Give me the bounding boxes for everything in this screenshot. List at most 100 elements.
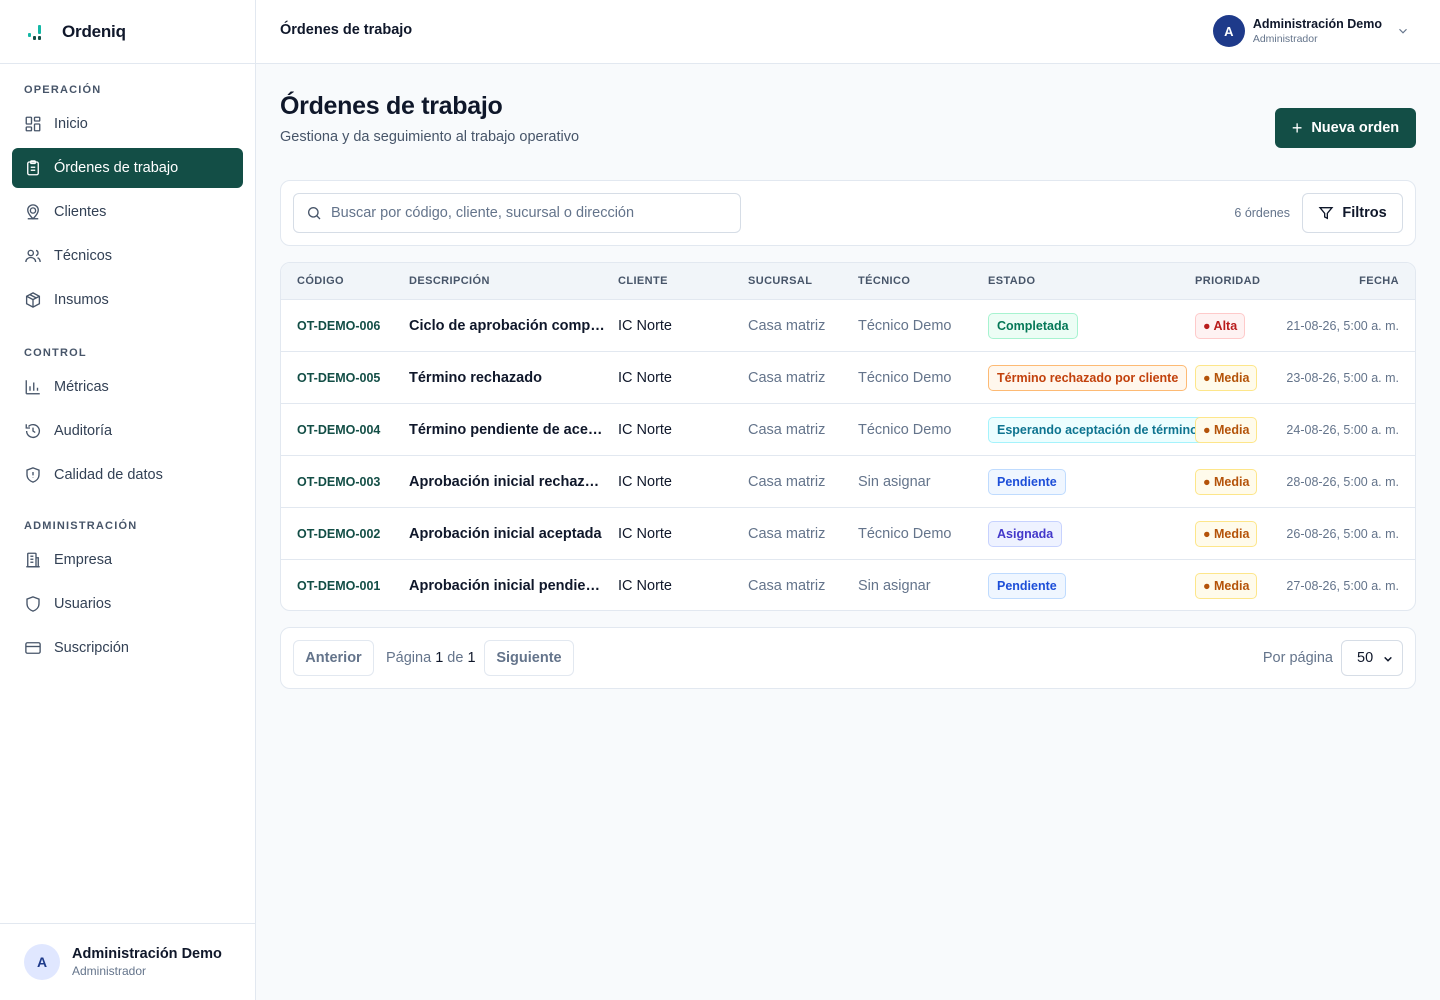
priority-badge: ● Media [1195, 365, 1258, 391]
topbar: Órdenes de trabajo A Administración Demo… [256, 0, 1440, 64]
status-badge: Asignada [988, 521, 1063, 547]
table-row[interactable]: OT-DEMO-001 Aprobación inicial pendiente I… [281, 560, 1415, 610]
order-code-link[interactable]: OT-DEMO-003 [297, 456, 380, 508]
table-row[interactable]: OT-DEMO-003 Aprobación inicial rechazada I… [281, 456, 1415, 508]
new-order-button[interactable]: + Nueva orden [1275, 108, 1416, 148]
table-header: CÓDIGO DESCRIPCIÓN CLIENTE SUCURSAL TÉCN… [281, 263, 1415, 300]
sidebar-item-calidad-datos[interactable]: Calidad de datos [12, 455, 243, 495]
sidebar-item-label: Métricas [54, 379, 109, 395]
order-technician: Técnico Demo [858, 526, 952, 542]
search-icon [308, 207, 321, 220]
sidebar-item-auditoria[interactable]: Auditoría [12, 411, 243, 451]
order-client: IC Norte [618, 474, 672, 490]
order-status: Esperando aceptación de término [988, 404, 1207, 456]
order-description-text: Aprobación inicial rechazada [409, 474, 605, 490]
sidebar-item-label: Órdenes de trabajo [54, 160, 179, 176]
column-header-fecha[interactable]: FECHA [1359, 275, 1399, 287]
order-technician: Técnico Demo [858, 422, 952, 438]
order-priority: ● Media [1195, 352, 1258, 404]
column-header-prioridad[interactable]: PRIORIDAD [1195, 275, 1260, 287]
next-page-button[interactable]: Siguiente [484, 640, 574, 676]
sidebar-nav: OPERACIÓN Inicio Órdenes de trabajo Clie… [0, 64, 255, 668]
order-technician: Técnico Demo [858, 370, 952, 386]
avatar: A [24, 944, 60, 980]
sidebar-item-suscripcion[interactable]: Suscripción [12, 628, 243, 668]
nav-section-title: CONTROL [24, 347, 87, 359]
sidebar-item-label: Empresa [54, 552, 113, 568]
page-subtitle: Gestiona y da seguimiento al trabajo ope… [280, 129, 580, 145]
column-header-cliente[interactable]: CLIENTE [618, 275, 668, 287]
chevron-down-icon [1384, 656, 1392, 662]
column-header-codigo[interactable]: CÓDIGO [297, 275, 344, 287]
order-client: IC Norte [618, 578, 672, 594]
search-input[interactable] [331, 205, 731, 221]
order-status: Asignada [988, 508, 1063, 560]
order-priority: ● Media [1195, 508, 1258, 560]
order-description-text: Término rechazado [409, 370, 542, 386]
shield-icon [24, 595, 42, 613]
plus-icon: + [1291, 118, 1303, 138]
table-row[interactable]: OT-DEMO-004 Término pendiente de acep… IC … [281, 404, 1415, 456]
previous-page-button[interactable]: Anterior [293, 640, 374, 676]
building-icon [24, 551, 42, 569]
page-title: Órdenes de trabajo [280, 92, 503, 120]
user-menu[interactable]: A Administración Demo Administrador [1212, 15, 1410, 47]
search-field[interactable] [293, 193, 741, 233]
column-header-estado[interactable]: ESTADO [988, 275, 1035, 287]
sidebar-item-ordenes[interactable]: Órdenes de trabajo [12, 148, 243, 188]
order-date: 28-08-26, 5:00 a. m. [1286, 475, 1399, 489]
order-code-link[interactable]: OT-DEMO-002 [297, 508, 380, 560]
table-body: OT-DEMO-006 Ciclo de aprobación compl… IC … [281, 300, 1415, 610]
order-code-link[interactable]: OT-DEMO-006 [297, 300, 380, 352]
sidebar-item-clientes[interactable]: Clientes [12, 192, 243, 232]
nav-section-title: ADMINISTRACIÓN [24, 520, 138, 532]
users-icon [24, 247, 42, 265]
order-branch: Casa matriz [748, 526, 826, 542]
order-count: 6 órdenes [1234, 206, 1290, 220]
column-header-sucursal[interactable]: SUCURSAL [748, 275, 812, 287]
sidebar-item-usuarios[interactable]: Usuarios [12, 584, 243, 624]
column-header-tecnico[interactable]: TÉCNICO [858, 275, 910, 287]
sidebar-user[interactable]: A Administración Demo Administrador [0, 923, 255, 1000]
order-branch: Casa matriz [748, 422, 826, 438]
nav-section-title: OPERACIÓN [24, 84, 102, 96]
order-status: Completada [988, 300, 1078, 352]
order-client: IC Norte [618, 422, 672, 438]
order-branch: Casa matriz [748, 370, 826, 386]
order-date: 21-08-26, 5:00 a. m. [1286, 319, 1399, 333]
sidebar-item-insumos[interactable]: Insumos [12, 280, 243, 320]
order-status: Término rechazado por cliente [988, 352, 1188, 404]
order-description-text: Ciclo de aprobación compl… [409, 318, 605, 334]
of-word: de [447, 650, 464, 666]
order-code-link[interactable]: OT-DEMO-005 [297, 352, 380, 404]
package-icon [24, 291, 42, 309]
status-badge: Pendiente [988, 469, 1066, 495]
brand[interactable]: Ordeniq [0, 0, 255, 64]
avatar: A [1212, 15, 1245, 47]
sidebar-item-tecnicos[interactable]: Técnicos [12, 236, 243, 276]
history-icon [24, 422, 42, 440]
status-badge: Completada [988, 313, 1078, 339]
order-date: 27-08-26, 5:00 a. m. [1286, 579, 1399, 593]
order-description-text: Aprobación inicial aceptada [409, 526, 602, 542]
order-code-link[interactable]: OT-DEMO-001 [297, 560, 380, 610]
column-header-descripcion[interactable]: DESCRIPCIÓN [409, 275, 490, 287]
new-order-label: Nueva orden [1311, 120, 1400, 136]
map-pin-icon [24, 203, 42, 221]
per-page-select[interactable]: 50 [1341, 640, 1403, 676]
priority-badge: ● Media [1195, 469, 1258, 495]
order-client: IC Norte [618, 370, 672, 386]
order-date: 23-08-26, 5:00 a. m. [1286, 371, 1399, 385]
order-date: 24-08-26, 5:00 a. m. [1286, 423, 1399, 437]
table-row[interactable]: OT-DEMO-005 Término rechazado IC Norte Casa… [281, 352, 1415, 404]
table-row[interactable]: OT-DEMO-002 Aprobación inicial aceptada IC… [281, 508, 1415, 560]
sidebar-item-metricas[interactable]: Métricas [12, 367, 243, 407]
filters-button[interactable]: Filtros [1302, 193, 1403, 233]
sidebar-item-empresa[interactable]: Empresa [12, 540, 243, 580]
sidebar-item-label: Inicio [54, 116, 88, 132]
sidebar-item-inicio[interactable]: Inicio [12, 104, 243, 144]
page-word: Página [386, 650, 432, 666]
order-code-link[interactable]: OT-DEMO-004 [297, 404, 380, 456]
table-row[interactable]: OT-DEMO-006 Ciclo de aprobación compl… IC … [281, 300, 1415, 352]
credit-card-icon [24, 639, 42, 657]
